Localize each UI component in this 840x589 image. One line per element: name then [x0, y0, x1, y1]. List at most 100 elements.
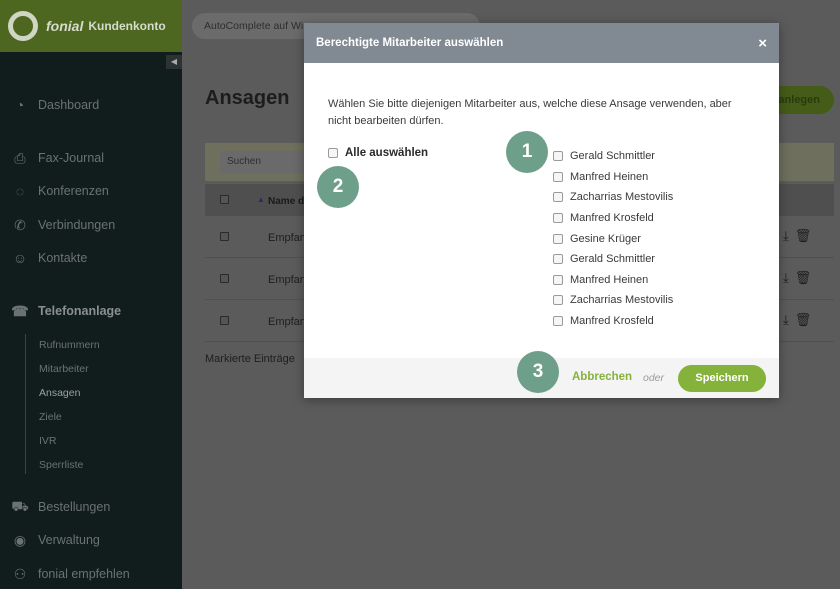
contacts-icon: ☺ [12, 250, 28, 266]
sidebar-item-konferenzen[interactable]: ◌ Konferenzen [10, 183, 109, 199]
callout-3: 3 [517, 351, 559, 393]
employee-name: Gerald Schmittler [570, 150, 655, 163]
row-checkbox[interactable] [220, 316, 229, 325]
dialog-description: Wählen Sie bitte diejenigen Mitarbeiter … [328, 98, 732, 127]
row-checkbox[interactable] [220, 274, 229, 283]
checkbox[interactable] [553, 233, 563, 244]
employee-checkbox[interactable]: Manfred Heinen [553, 270, 673, 291]
page-title: Ansagen [205, 87, 290, 109]
callout-2: 2 [317, 166, 359, 208]
save-button[interactable]: Speichern [678, 365, 766, 392]
sidebar-item-fax-journal[interactable]: ⎙ Fax-Journal [10, 150, 104, 166]
employee-name: Manfred Heinen [570, 170, 649, 183]
checkbox[interactable] [553, 151, 563, 162]
user-icon: ◉ [13, 531, 27, 548]
cancel-button[interactable]: Abbrechen [572, 371, 632, 383]
row-actions[interactable]: ⤓🗑 [783, 270, 817, 286]
close-icon[interactable]: × [758, 35, 767, 52]
checkbox[interactable] [553, 254, 563, 265]
brand-subtitle: Kundenkonto [88, 19, 166, 33]
employee-checkbox[interactable]: Gerald Schmittler [553, 249, 673, 270]
checkbox[interactable] [553, 171, 563, 182]
employee-checkbox[interactable]: Manfred Heinen [553, 167, 673, 188]
sidebar-item-dashboard[interactable]: ◔ Dashboard [10, 97, 99, 113]
download-icon[interactable]: ⤓ [783, 270, 795, 285]
sidebar-item-label: Telefonanlage [38, 304, 122, 318]
download-icon[interactable]: ⤓ [783, 228, 795, 243]
employee-checkbox[interactable]: Gesine Krüger [553, 228, 673, 249]
row-checkbox[interactable] [220, 232, 229, 241]
chat-icon: ◌ [15, 183, 25, 199]
sidebar-item-kontakte[interactable]: ☺ Kontakte [10, 250, 88, 266]
gauge-icon: ◔ [15, 97, 25, 113]
or-separator: oder [643, 372, 665, 384]
callout-1: 1 [506, 131, 548, 173]
trash-icon[interactable]: 🗑 [795, 228, 818, 243]
checkbox[interactable] [553, 295, 563, 306]
sidebar-subitem-ziele[interactable]: Ziele [39, 411, 62, 423]
sidebar-subitem-mitarbeiter[interactable]: Mitarbeiter [39, 363, 89, 375]
checkbox[interactable] [553, 274, 563, 285]
row-actions[interactable]: ⤓🗑 [783, 312, 817, 328]
phone-icon: ✆ [14, 216, 26, 233]
employee-list: Gerald Schmittler Manfred Heinen Zacharr… [553, 146, 673, 331]
employee-checkbox[interactable]: Manfred Krosfeld [553, 208, 673, 229]
brand[interactable]: fonial Kundenkonto [0, 0, 182, 52]
employee-name: Manfred Heinen [570, 273, 649, 286]
sidebar-subitem-ansagen[interactable]: Ansagen [39, 387, 80, 399]
select-all-checkbox[interactable]: Alle auswählen [328, 147, 428, 159]
people-icon: ⚇ [13, 565, 27, 582]
employee-checkbox[interactable]: Zacharrias Mestovilis [553, 187, 673, 208]
sidebar-item-label: Konferenzen [38, 184, 109, 198]
download-icon[interactable]: ⤓ [783, 312, 795, 327]
printer-icon: ⎙ [14, 149, 26, 166]
employee-name: Manfred Krosfeld [570, 212, 654, 225]
sidebar-item-label: Kontakte [38, 251, 88, 265]
sidebar-subitem-ivr[interactable]: IVR [39, 435, 57, 447]
employee-name: Gesine Krüger [570, 232, 641, 245]
checkbox[interactable] [553, 192, 563, 203]
row-actions[interactable]: ⤓🗑 [783, 228, 817, 244]
sidebar-item-label: fonial empfehlen [38, 567, 130, 581]
select-employees-dialog: Berechtigte Mitarbeiter auswählen × Wähl… [304, 23, 779, 398]
sidebar-item-verbindungen[interactable]: ✆ Verbindungen [10, 217, 115, 233]
employee-checkbox[interactable]: Manfred Krosfeld [553, 311, 673, 332]
select-all-rows-checkbox[interactable] [220, 195, 229, 204]
employee-name: Gerald Schmittler [570, 253, 655, 266]
sidebar-subnav [25, 334, 26, 474]
trash-icon[interactable]: 🗑 [795, 312, 818, 327]
sidebar-item-fonial-empfehlen[interactable]: ⚇ fonial empfehlen [10, 566, 130, 582]
dialog-title: Berechtigte Mitarbeiter auswählen [316, 37, 504, 49]
sidebar-item-label: Verbindungen [38, 218, 116, 232]
brand-logo-icon [8, 11, 38, 41]
cart-icon: ⛟ [11, 497, 29, 514]
table-row-name: Empfan [268, 274, 306, 286]
checkbox[interactable] [553, 213, 563, 224]
sidebar-item-label: Fax-Journal [38, 151, 104, 165]
employee-checkbox[interactable]: Zacharrias Mestovilis [553, 290, 673, 311]
sidebar-subitem-rufnummern[interactable]: Rufnummern [39, 339, 100, 351]
sidebar-subitem-sperrliste[interactable]: Sperrliste [39, 459, 83, 471]
employee-name: Manfred Krosfeld [570, 315, 654, 328]
brand-name: fonial [46, 18, 84, 34]
checkbox[interactable] [553, 316, 563, 327]
sidebar-item-label: Dashboard [38, 98, 100, 112]
table-row-name: Empfan [268, 232, 306, 244]
checkbox[interactable] [328, 148, 338, 158]
sidebar-item-label: Verwaltung [38, 533, 100, 547]
sidebar-item-telefonanlage[interactable]: ☎ Telefonanlage [10, 303, 121, 319]
sidebar-item-label: Bestellungen [38, 500, 111, 514]
trash-icon[interactable]: 🗑 [795, 270, 818, 285]
sort-asc-icon[interactable]: ▲ [257, 195, 265, 204]
dialog-header: Berechtigte Mitarbeiter auswählen × [304, 23, 779, 63]
sidebar-item-bestellungen[interactable]: ⛟ Bestellungen [10, 497, 111, 515]
collapse-sidebar-icon[interactable]: ◀ [166, 55, 182, 69]
employee-checkbox[interactable]: Gerald Schmittler [553, 146, 673, 167]
filter-search-input[interactable]: Suchen [220, 151, 304, 173]
table-row-name: Empfan [268, 316, 306, 328]
marked-entries-label: Markierte Einträge [205, 353, 295, 365]
sidebar-item-verwaltung[interactable]: ◉ Verwaltung [10, 532, 100, 548]
pbx-icon: ☎ [11, 302, 29, 319]
employee-name: Zacharrias Mestovilis [570, 294, 674, 307]
select-all-label: Alle auswählen [345, 147, 429, 159]
